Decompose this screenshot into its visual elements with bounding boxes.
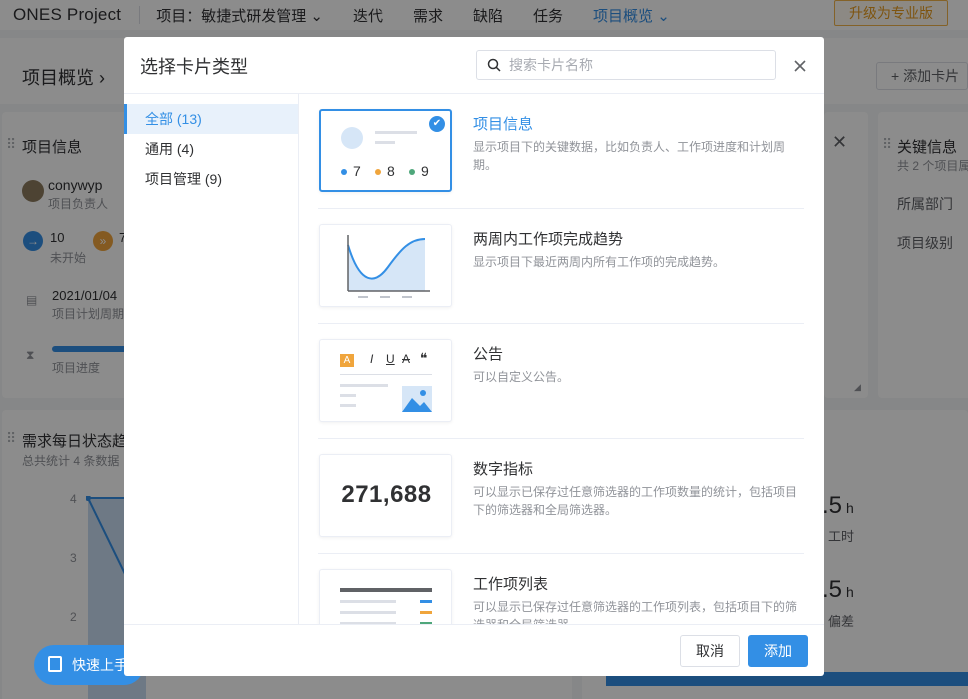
toolbar-divider bbox=[340, 374, 432, 375]
select-card-type-dialog: 选择卡片类型 全部 (13) 通用 (4) 项目管理 (9) ✔ 7 8 bbox=[124, 37, 824, 676]
card-option-title: 数字指标 bbox=[473, 461, 534, 478]
thumb-value: 8 bbox=[387, 163, 395, 179]
add-button[interactable]: 添加 bbox=[748, 635, 808, 667]
trend-curve-icon bbox=[347, 235, 430, 298]
dialog-header: 选择卡片类型 bbox=[124, 37, 824, 94]
placeholder-line bbox=[375, 141, 395, 144]
category-all[interactable]: 全部 (13) bbox=[124, 104, 298, 134]
dialog-footer: 取消 添加 bbox=[124, 624, 824, 676]
placeholder-line bbox=[375, 131, 417, 134]
placeholder-line bbox=[340, 404, 356, 407]
status-mark-blue bbox=[420, 600, 432, 603]
search-icon bbox=[487, 58, 501, 72]
placeholder-line bbox=[340, 394, 356, 397]
category-project-management[interactable]: 项目管理 (9) bbox=[124, 164, 298, 194]
green-dot bbox=[409, 169, 415, 175]
category-general[interactable]: 通用 (4) bbox=[124, 134, 298, 164]
search-input[interactable] bbox=[509, 57, 759, 73]
card-option-project-info[interactable]: ✔ 7 8 9 项目信息 显示项目下的关键数据，比如负责人、工作项进度和计划周期… bbox=[318, 94, 804, 209]
quote-icon: ❝ bbox=[420, 350, 428, 366]
card-thumbnail: ✔ 7 8 9 bbox=[319, 109, 452, 192]
placeholder-line bbox=[340, 611, 396, 614]
cancel-button[interactable]: 取消 bbox=[680, 635, 740, 667]
card-type-list: ✔ 7 8 9 项目信息 显示项目下的关键数据，比如负责人、工作项进度和计划周期… bbox=[300, 94, 824, 624]
thumb-value: 9 bbox=[421, 163, 429, 179]
card-option-title: 公告 bbox=[473, 346, 504, 363]
image-icon bbox=[402, 386, 432, 412]
check-circle-icon: ✔ bbox=[429, 116, 445, 132]
orange-dot bbox=[375, 169, 381, 175]
search-box[interactable] bbox=[476, 50, 776, 80]
font-color-icon: A bbox=[340, 354, 354, 367]
card-option-work-item-list[interactable]: 工作项列表 可以显示已保存过任意筛选器的工作项列表，包括项目下的筛选器和全局筛选… bbox=[318, 554, 804, 624]
card-option-trend[interactable]: 两周内工作项完成趋势 显示项目下最近两周内所有工作项的完成趋势。 bbox=[318, 209, 804, 324]
thumb-value: 7 bbox=[353, 163, 361, 179]
card-option-description: 显示项目下最近两周内所有工作项的完成趋势。 bbox=[473, 255, 726, 269]
underline-icon: U bbox=[386, 352, 395, 366]
blue-dot bbox=[341, 169, 347, 175]
user-icon bbox=[341, 127, 363, 149]
card-option-description: 可以显示已保存过任意筛选器的工作项列表，包括项目下的筛选器和全局筛选器。 bbox=[473, 600, 798, 624]
close-icon bbox=[794, 60, 806, 72]
strikethrough-icon: A bbox=[402, 352, 411, 366]
placeholder-line bbox=[340, 384, 388, 387]
italic-icon: I bbox=[370, 352, 374, 366]
card-option-description: 可以自定义公告。 bbox=[473, 370, 570, 384]
card-thumbnail bbox=[319, 224, 452, 307]
placeholder-line bbox=[340, 588, 432, 592]
card-option-description: 显示项目下的关键数据，比如负责人、工作项进度和计划周期。 bbox=[473, 140, 786, 172]
card-option-title: 两周内工作项完成趋势 bbox=[473, 231, 624, 248]
card-option-notice[interactable]: A I U A ❝ 公告 可以自定义公告。 bbox=[318, 324, 804, 439]
card-option-number-indicator[interactable]: 271,688 数字指标 可以显示已保存过任意筛选器的工作项数量的统计，包括项目… bbox=[318, 439, 804, 554]
book-icon bbox=[48, 656, 62, 672]
category-sidebar: 全部 (13) 通用 (4) 项目管理 (9) bbox=[124, 94, 299, 624]
card-thumbnail bbox=[319, 569, 452, 624]
card-option-description: 可以显示已保存过任意筛选器的工作项数量的统计，包括项目下的筛选器和全局筛选器。 bbox=[473, 485, 798, 517]
close-button[interactable] bbox=[790, 56, 810, 76]
dialog-title: 选择卡片类型 bbox=[140, 57, 248, 77]
thumb-number: 271,688 bbox=[341, 481, 432, 508]
placeholder-line bbox=[340, 600, 396, 603]
card-thumbnail: A I U A ❝ bbox=[319, 339, 452, 422]
card-option-title: 项目信息 bbox=[473, 116, 534, 133]
card-thumbnail: 271,688 bbox=[319, 454, 452, 537]
card-option-title: 工作项列表 bbox=[473, 576, 549, 593]
status-mark-orange bbox=[420, 611, 432, 614]
